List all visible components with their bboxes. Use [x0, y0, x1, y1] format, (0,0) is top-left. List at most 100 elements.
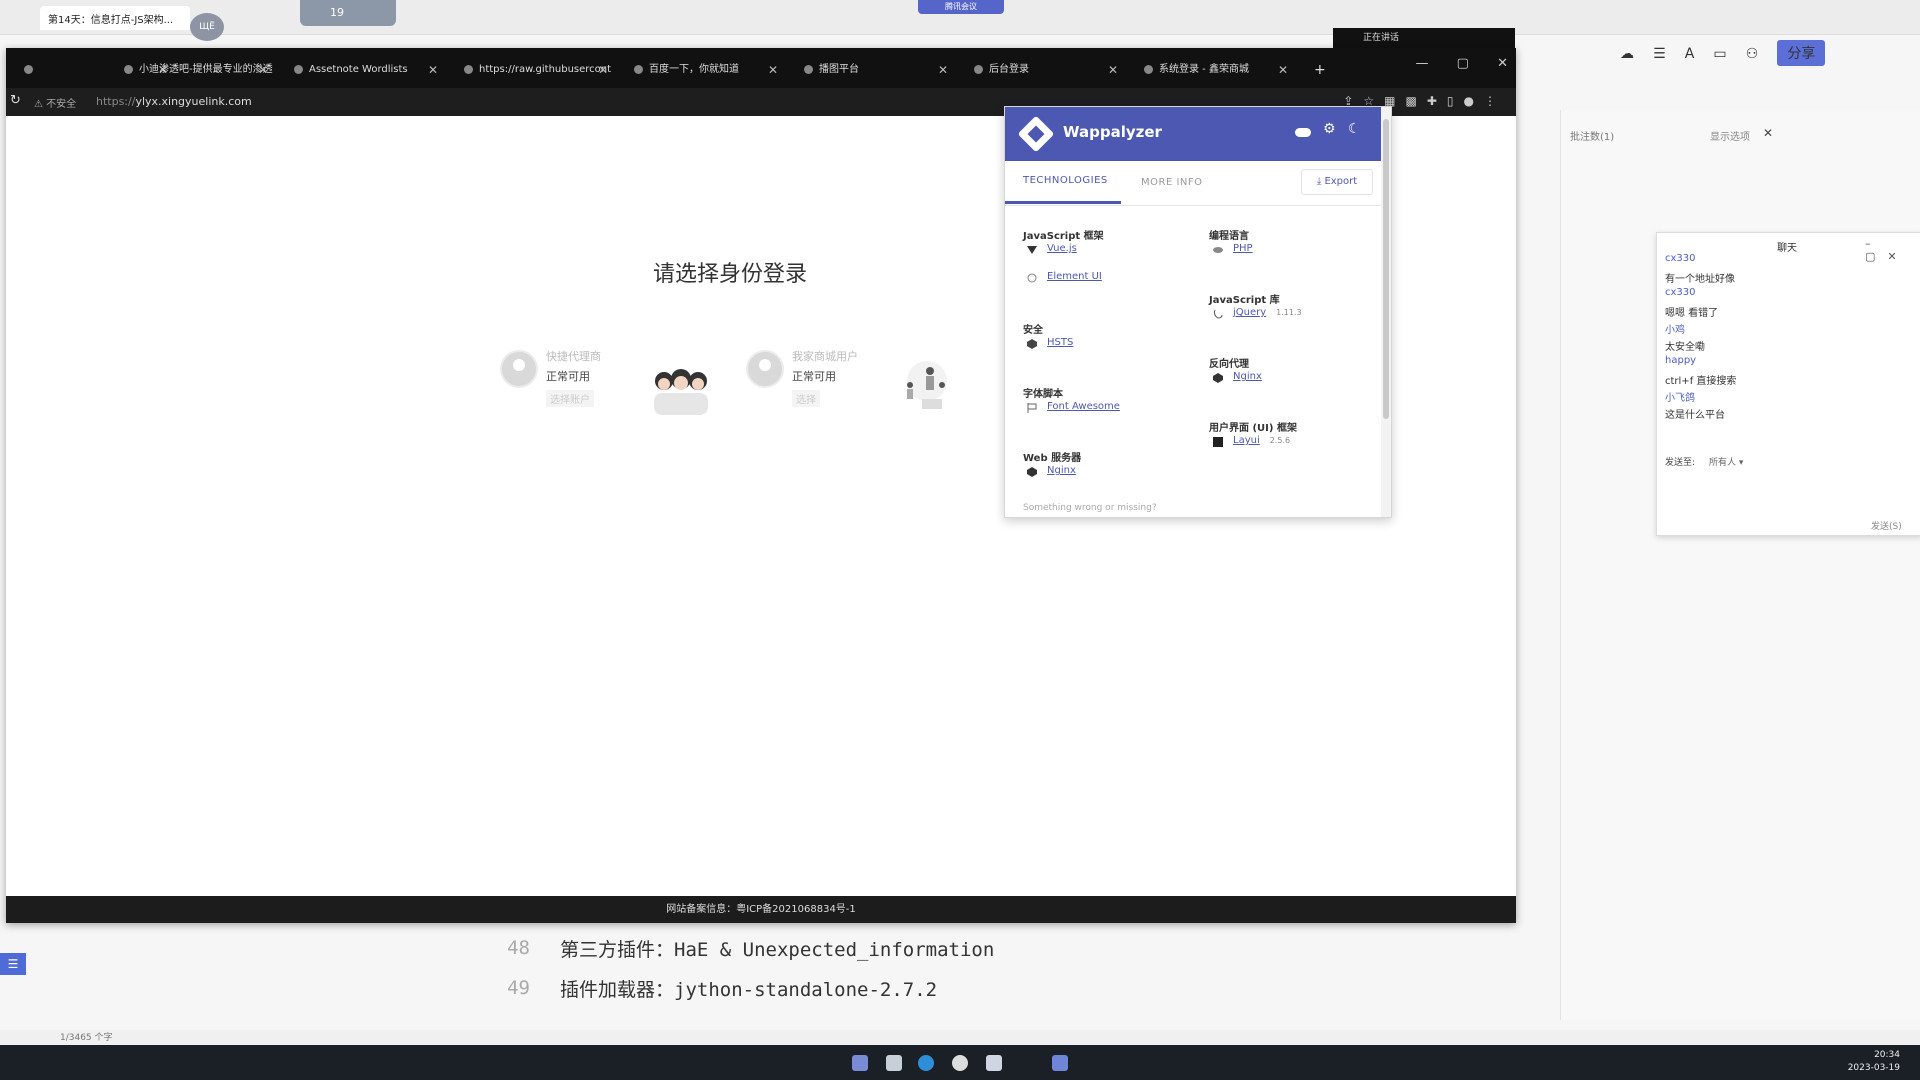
file-explorer-icon[interactable] [886, 1055, 902, 1071]
puzzle-icon[interactable]: ✚ [1427, 94, 1447, 108]
role-card-agent[interactable]: 快捷代理商 正常可用 选择账户 [500, 338, 660, 418]
typora-icon[interactable] [986, 1055, 1002, 1071]
browser-tab[interactable]: 百度一下，你就知道 ✕ [616, 56, 784, 84]
role-hint[interactable]: 选择账户 [546, 390, 594, 407]
outline-icon[interactable]: ☰ [0, 953, 26, 975]
tech-jquery: jQuery 1.11.3 [1233, 307, 1302, 318]
new-tab-button[interactable]: + [1296, 56, 1336, 84]
close-icon[interactable]: ✕ [1497, 56, 1508, 71]
url-field[interactable]: https://ylyx.xingyuelink.com [96, 95, 252, 108]
role-hint[interactable]: 选择 [792, 390, 820, 407]
tab-technologies[interactable]: TECHNOLOGIES [1023, 175, 1108, 186]
close-icon[interactable]: ✕ [1278, 56, 1288, 84]
tech-name[interactable]: Layui [1233, 435, 1260, 446]
favicon-icon [24, 64, 33, 74]
editor-statusbar: 1/3465 个字 [0, 1030, 1920, 1045]
meeting-app-icon[interactable] [1052, 1055, 1068, 1071]
comments-search[interactable]: 批注数(1) [1570, 128, 1614, 143]
report-issue-link[interactable]: Something wrong or missing? [1023, 503, 1157, 513]
tab-label: 播图平台 [819, 64, 859, 75]
tech-font-awesome[interactable]: Font Awesome [1047, 401, 1120, 412]
tech-hsts[interactable]: HSTS [1047, 337, 1073, 348]
browser-tab[interactable]: https://raw.githubusercont ✕ [446, 56, 614, 84]
close-icon[interactable]: ✕ [1108, 56, 1118, 84]
editor-toolbar: ☁ ☰ A ▭ ⚇ 分享 [1620, 40, 1920, 70]
meeting-control-bar[interactable]: 腾讯会议 [918, 0, 1004, 14]
tech-nginx[interactable]: Nginx [1047, 465, 1076, 476]
minimize-icon[interactable]: – [1865, 237, 1883, 250]
tech-vuejs[interactable]: Vue.js [1047, 243, 1077, 254]
maximize-icon[interactable]: ▢ [1457, 56, 1469, 71]
send-target-value: 所有人 [1709, 458, 1737, 468]
url-host: ylyx.xingyuelink.com [135, 95, 252, 108]
tab-label: 后台登录 [989, 64, 1029, 75]
role-name: 快捷代理商 [546, 350, 601, 363]
role-status: 正常可用 [792, 370, 836, 383]
share-button[interactable]: 分享 [1777, 40, 1826, 66]
close-icon[interactable]: ✕ [258, 56, 268, 84]
sidebar-icon[interactable]: ▯ [1447, 94, 1464, 108]
favicon-icon [974, 64, 983, 74]
font-icon[interactable]: A [1685, 46, 1695, 62]
close-icon[interactable]: ✕ [938, 56, 948, 84]
category-security: 安全 [1023, 325, 1043, 336]
start-icon[interactable] [852, 1055, 868, 1071]
list-icon[interactable]: ☰ [1653, 46, 1666, 62]
toggle-icon[interactable] [1295, 128, 1311, 137]
editor-document-tab[interactable]: 第14天：信息打点-JS架构... [40, 6, 190, 30]
user-icon[interactable]: ⚇ [1746, 46, 1759, 62]
wappalyzer-title: Wappalyzer [1063, 123, 1162, 141]
browser-tab[interactable]: Assetnote Wordlists ✕ [276, 56, 444, 84]
cloud-icon[interactable]: ☁ [1620, 46, 1634, 62]
gear-icon[interactable]: ⚙ [1323, 121, 1336, 137]
close-icon[interactable]: ✕ [428, 56, 438, 84]
close-icon[interactable]: ✕ [1763, 126, 1773, 140]
comments-filter[interactable]: 显示选项 [1710, 128, 1750, 143]
close-icon[interactable]: ✕ [598, 56, 608, 84]
maximize-icon[interactable]: ▢ [1865, 250, 1887, 263]
role-card-mall-user[interactable]: 我家商城用户 正常可用 选择 [746, 338, 906, 418]
qr-icon[interactable]: ▩ [1406, 94, 1427, 108]
close-icon[interactable]: ✕ [768, 56, 778, 84]
browser-tab[interactable]: 后台登录 ✕ [956, 56, 1124, 84]
present-icon[interactable]: ▭ [1713, 46, 1726, 62]
chrome-icon[interactable] [952, 1055, 968, 1071]
tech-nginx-proxy[interactable]: Nginx [1233, 371, 1262, 382]
category-ui-framework: 用户界面 (UI) 框架 [1209, 423, 1297, 434]
edge-icon[interactable] [918, 1055, 934, 1071]
close-icon[interactable]: ✕ [1887, 250, 1908, 263]
browser-tab[interactable]: 小迪渗透吧-提供最专业的渗透 ✕ [106, 56, 274, 84]
wappalyzer-popup: Wappalyzer ⚙ ☾ TECHNOLOGIES MORE INFO ⤓ … [1004, 106, 1392, 518]
chat-message: 小鸡 [1665, 325, 1685, 336]
tech-name[interactable]: jQuery [1233, 307, 1266, 318]
menu-icon[interactable]: ⋮ [1484, 94, 1506, 108]
category-reverse-proxy: 反向代理 [1209, 359, 1249, 370]
chat-message: 这是什么平台 [1665, 410, 1725, 421]
scrollbar-thumb[interactable] [1383, 119, 1389, 419]
system-clock[interactable]: 20:34 2023-03-19 [1848, 1049, 1900, 1075]
role-name: 我家商城用户 [792, 350, 858, 363]
moon-icon[interactable]: ☾ [1348, 121, 1361, 137]
browser-tab[interactable]: 播图平台 ✕ [786, 56, 954, 84]
browser-tab[interactable]: 系统登录 - 鑫荣商城 ✕ [1126, 56, 1294, 84]
insecure-badge[interactable]: ⚠ 不安全 [34, 95, 76, 110]
category-js-framework: JavaScript 框架 [1023, 231, 1104, 242]
reload-icon[interactable]: ↻ [10, 93, 21, 108]
tech-version: 2.5.6 [1269, 436, 1291, 445]
send-target-select[interactable]: 所有人 ▾ [1709, 455, 1743, 468]
minimize-icon[interactable]: — [1416, 56, 1429, 71]
chat-message: cx330 [1665, 253, 1696, 264]
tech-php[interactable]: PHP [1233, 243, 1253, 254]
layui-icon [1213, 437, 1223, 447]
tab-more-info[interactable]: MORE INFO [1141, 177, 1203, 188]
video-thumbnail[interactable]: 19 [300, 0, 396, 26]
send-button[interactable]: 发送(S) [1871, 519, 1902, 532]
tab-label: Assetnote Wordlists [309, 64, 408, 75]
profile-icon[interactable]: ● [1464, 94, 1484, 108]
editor-code-area[interactable]: 48 第三方插件：HaE & Unexpected_information 49 插… [360, 928, 1560, 1018]
chat-message: 嗯嗯 看错了 [1665, 308, 1719, 319]
shopping-illustration-icon [907, 361, 947, 409]
tech-element-ui[interactable]: Element UI [1047, 271, 1102, 282]
line-text: 第三方插件：HaE & Unexpected_information [560, 938, 995, 961]
export-button[interactable]: ⤓ Export [1301, 169, 1373, 195]
